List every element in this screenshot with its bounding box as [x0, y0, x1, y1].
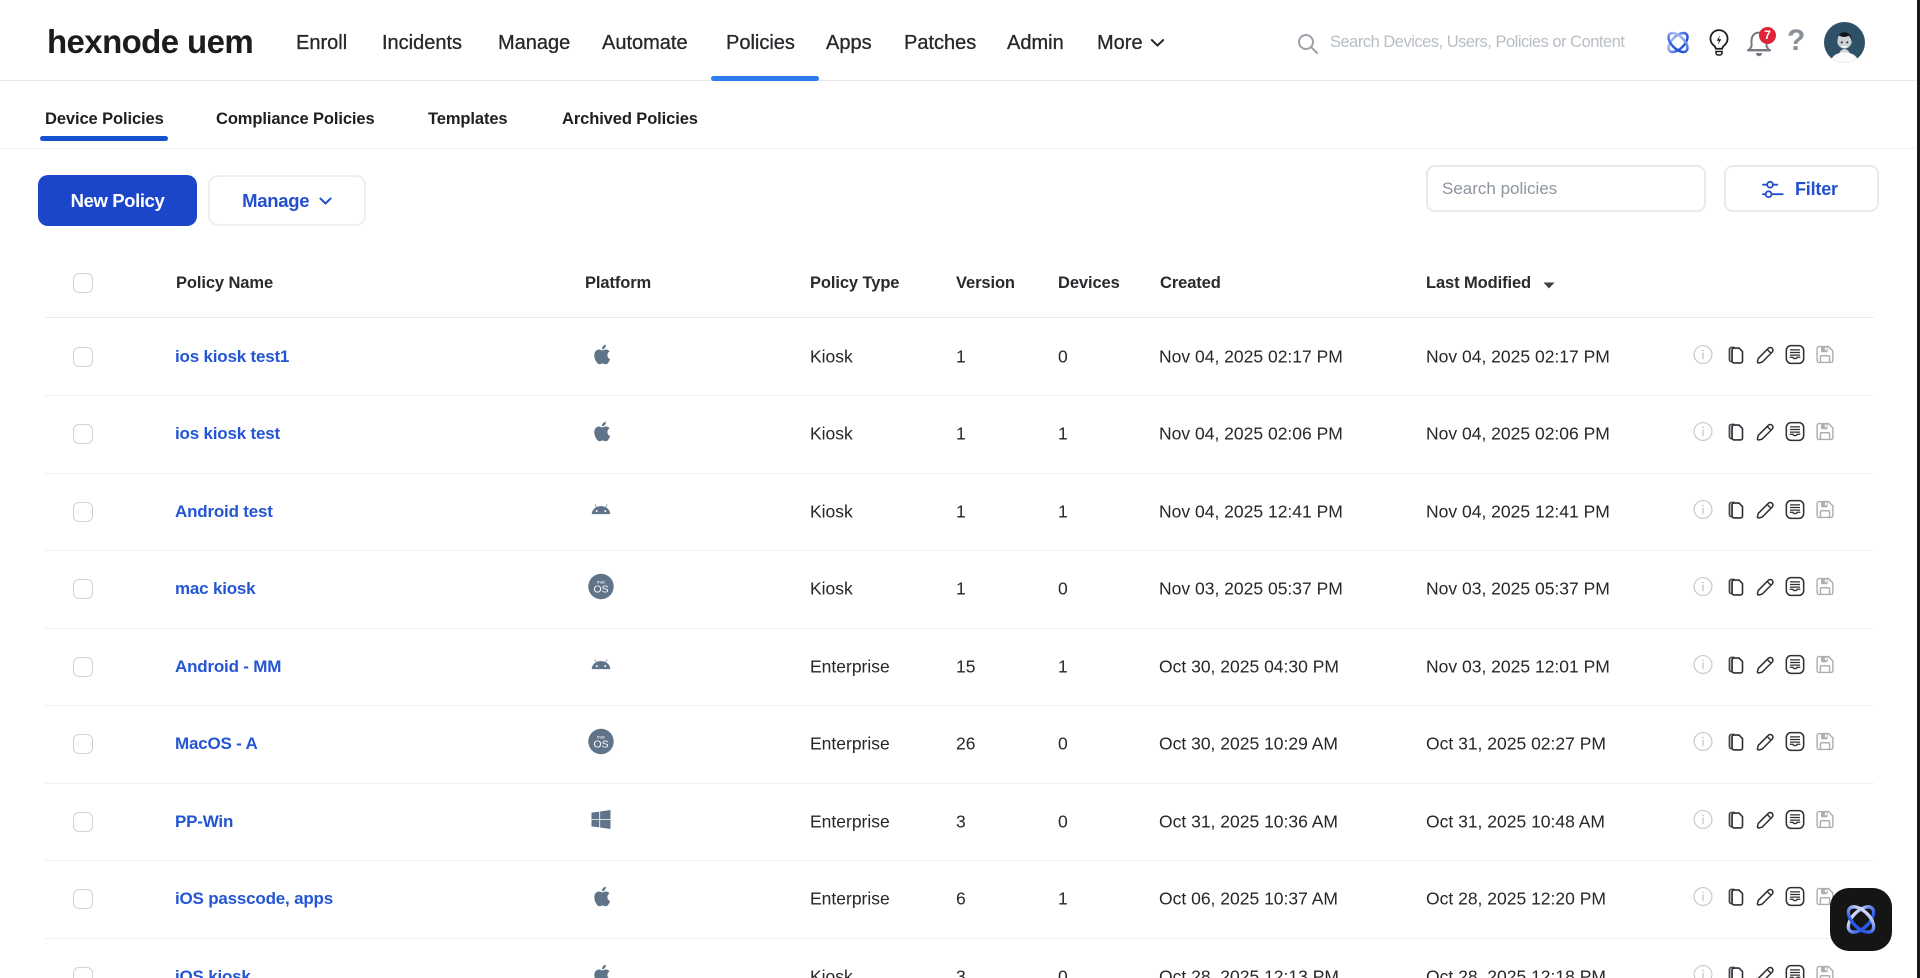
svg-text:OS: OS: [593, 739, 608, 750]
svg-text:OS: OS: [593, 584, 608, 595]
